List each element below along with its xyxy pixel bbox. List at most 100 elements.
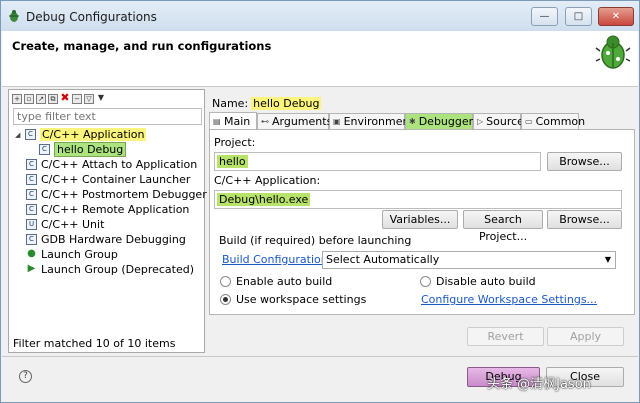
debug-bug-icon xyxy=(9,10,19,22)
tree-item-hello-debug[interactable]: C hello Debug xyxy=(39,142,127,157)
tree-item-label: Launch Group xyxy=(41,248,118,261)
duplicate-icon[interactable]: ⧉ xyxy=(48,94,58,104)
config-editor-panel: Name: hello Debug ▤ Main ⊷ Arguments ▣ E… xyxy=(209,89,635,353)
tab-debugger[interactable]: ✱ Debugger xyxy=(405,113,473,129)
tree-item-remote[interactable]: C C/C++ Remote Application xyxy=(26,202,189,217)
window-title: Debug Configurations xyxy=(26,10,157,24)
tree-item-attach[interactable]: C C/C++ Attach to Application xyxy=(26,157,197,172)
build-configuration-link[interactable]: Build Configuration: xyxy=(222,253,331,266)
arguments-tab-icon: ⊷ xyxy=(261,117,269,126)
tree-item-label: C/C++ Postmortem Debugger xyxy=(41,188,207,201)
c-config-icon: C xyxy=(39,144,50,155)
radio-label: Use workspace settings xyxy=(236,293,367,306)
build-configuration-select[interactable]: Select Automatically ▼ xyxy=(322,251,616,269)
collapse-all-icon[interactable]: − xyxy=(72,94,82,104)
name-row: Name: hello Debug xyxy=(212,95,322,111)
tree-item-c-cpp-application[interactable]: ◢ C C/C++ Application xyxy=(15,127,147,142)
source-tab-icon: ▷ xyxy=(477,117,484,126)
footer-divider xyxy=(2,356,638,357)
tab-label: Common xyxy=(535,115,586,128)
apply-button[interactable]: Apply xyxy=(547,327,624,346)
radio-indicator xyxy=(220,276,231,287)
watermark-text: 头条 @清枫Jason xyxy=(487,377,591,392)
filter-input[interactable] xyxy=(13,108,202,125)
tree-item-label: C/C++ Remote Application xyxy=(41,203,190,216)
project-label: Project: xyxy=(214,136,256,149)
variables-button[interactable]: Variables... xyxy=(382,210,458,229)
c-unit-icon: U xyxy=(26,219,37,230)
radio-label: Enable auto build xyxy=(236,275,333,288)
c-attach-icon: C xyxy=(26,159,37,170)
chevron-down-icon: ▼ xyxy=(604,255,611,264)
browse-project-button[interactable]: Browse... xyxy=(547,152,622,171)
filter-status-text: Filter matched 10 of 10 items xyxy=(13,337,176,350)
tree-item-postmortem[interactable]: C C/C++ Postmortem Debugger xyxy=(26,187,207,202)
export-icon[interactable]: ↗ xyxy=(36,94,46,104)
launch-group-deprecated-icon: ▶ xyxy=(27,263,36,274)
name-field[interactable]: hello Debug xyxy=(251,96,322,110)
radio-indicator xyxy=(420,276,431,287)
expand-toggle-icon[interactable]: ◢ xyxy=(15,131,25,139)
tab-environment[interactable]: ▣ Environment xyxy=(329,113,414,129)
main-tab-icon: ▤ xyxy=(213,116,221,126)
environment-tab-icon: ▣ xyxy=(333,117,341,126)
c-remote-icon: C xyxy=(26,204,37,215)
tree-item-label: Launch Group (Deprecated) xyxy=(41,263,195,276)
tree-item-label: C/C++ Unit xyxy=(41,218,105,231)
configure-workspace-settings-link[interactable]: Configure Workspace Settings... xyxy=(421,293,597,306)
tree-item-gdb-hardware[interactable]: C GDB Hardware Debugging xyxy=(26,232,186,247)
use-workspace-settings-radio[interactable]: Use workspace settings xyxy=(220,293,366,306)
tree-item-label: C/C++ Application xyxy=(40,128,147,141)
new-config-icon[interactable]: + xyxy=(12,94,22,104)
browse-application-button[interactable]: Browse... xyxy=(547,210,622,229)
tab-source[interactable]: ▷ Source xyxy=(473,113,524,129)
delete-icon[interactable]: ✖ xyxy=(60,92,70,104)
view-menu-icon[interactable]: ▼ xyxy=(96,94,106,104)
tree-item-label: C/C++ Attach to Application xyxy=(41,158,198,171)
tree-toolbar: + ▫ ↗ ⧉ ✖ − ▽ ▼ xyxy=(12,92,106,106)
disable-auto-build-radio[interactable]: Disable auto build xyxy=(420,275,536,288)
project-field[interactable]: hello xyxy=(214,152,541,171)
search-project-button[interactable]: Search Project... xyxy=(463,210,543,243)
build-configuration-value: Select Automatically xyxy=(326,253,440,266)
gdb-hardware-icon: C xyxy=(26,234,37,245)
title-bar[interactable]: Debug Configurations — □ ✕ xyxy=(1,1,639,31)
main-tab-pane: Project: hello Browse... C/C++ Applicati… xyxy=(209,129,635,315)
tab-main[interactable]: ▤ Main xyxy=(209,112,257,129)
debug-configurations-window: Debug Configurations — □ ✕ Create, manag… xyxy=(0,0,640,403)
minimize-button[interactable]: — xyxy=(531,7,558,26)
tab-common[interactable]: ▭ Common xyxy=(521,113,585,129)
tab-label: Debugger xyxy=(418,115,474,128)
launch-group-icon: ● xyxy=(27,248,36,259)
radio-label: Disable auto build xyxy=(436,275,536,288)
tab-arguments[interactable]: ⊷ Arguments xyxy=(257,113,332,129)
c-postmortem-icon: C xyxy=(26,189,37,200)
tab-label: Source xyxy=(486,115,524,128)
tab-label: Main xyxy=(224,114,251,128)
debugger-tab-icon: ✱ xyxy=(409,117,416,126)
tree-item-label: C/C++ Container Launcher xyxy=(41,173,191,186)
application-field[interactable]: Debug\hello.exe xyxy=(214,190,622,209)
project-value: hello xyxy=(217,155,248,168)
revert-button[interactable]: Revert xyxy=(467,327,544,346)
enable-auto-build-radio[interactable]: Enable auto build xyxy=(220,275,332,288)
config-tabs: ▤ Main ⊷ Arguments ▣ Environment ✱ Debug… xyxy=(209,112,635,129)
c-app-icon: C xyxy=(25,129,36,140)
application-value: Debug\hello.exe xyxy=(217,193,311,206)
tree-item-unit[interactable]: U C/C++ Unit xyxy=(26,217,104,232)
radio-indicator xyxy=(220,294,231,305)
tree-item-container[interactable]: C C/C++ Container Launcher xyxy=(26,172,190,187)
tree-item-label: hello Debug xyxy=(54,142,127,157)
filter-icon[interactable]: ▽ xyxy=(84,94,94,104)
tree-item-launch-group[interactable]: ● Launch Group xyxy=(26,247,118,262)
maximize-button[interactable]: □ xyxy=(565,7,592,26)
common-tab-icon: ▭ xyxy=(525,117,533,126)
name-label: Name: xyxy=(212,96,249,110)
new-prototype-icon[interactable]: ▫ xyxy=(24,94,34,104)
tree-item-launch-group-deprecated[interactable]: ▶ Launch Group (Deprecated) xyxy=(26,262,194,277)
build-heading: Build (if required) before launching xyxy=(219,234,412,247)
help-icon[interactable]: ? xyxy=(19,370,32,383)
c-container-icon: C xyxy=(26,174,37,185)
close-window-button[interactable]: ✕ xyxy=(598,7,634,26)
tree-item-label: GDB Hardware Debugging xyxy=(41,233,186,246)
